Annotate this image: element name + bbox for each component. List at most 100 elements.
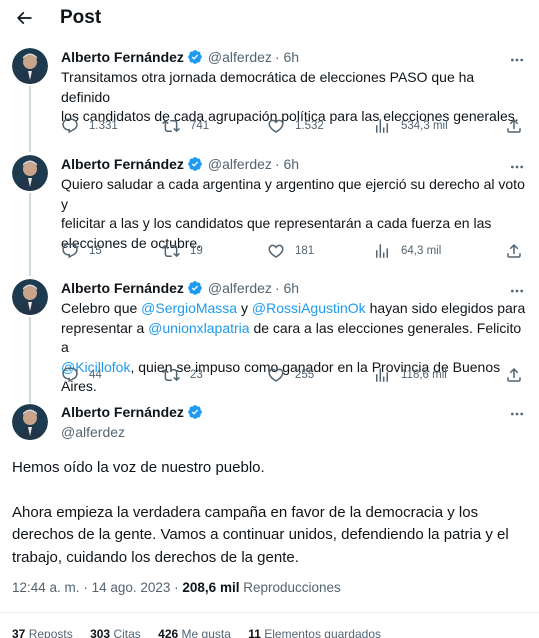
views-button[interactable]: 534,3 mil <box>373 117 448 135</box>
text-paragraph: Ahora empieza la verdadera campaña en fa… <box>12 502 527 570</box>
stat-count: 426 <box>158 627 179 638</box>
like-count: 181 <box>295 245 315 257</box>
page-title: Post <box>60 7 102 28</box>
author-handle[interactable]: @alferdez <box>208 156 272 172</box>
author-name[interactable]: Alberto Fernández <box>61 404 184 420</box>
like-icon <box>267 366 285 384</box>
tweet-meta: Alberto Fernández @alferdez · 6h <box>61 48 527 66</box>
repost-button[interactable]: 741 <box>162 117 209 135</box>
views-icon <box>373 242 391 260</box>
thread-tweet[interactable]: Alberto Fernández @alferdez · 6h Quiero … <box>0 155 539 259</box>
text-line: trabajo, cuidando los derechos de la gen… <box>12 548 299 566</box>
text-line: Celebro que @SergioMassa y @RossiAgustin… <box>61 299 527 319</box>
thread-tweet[interactable]: Alberto Fernández @alferdez · 6h Celebro… <box>0 279 539 397</box>
reply-count: 44 <box>89 369 102 381</box>
reply-button[interactable]: 15 <box>61 242 102 260</box>
text-segment: representar a <box>61 319 149 336</box>
author-name[interactable]: Alberto Fernández <box>61 156 184 172</box>
stat-bookmarks[interactable]: 11 Elementos guardados <box>248 627 381 638</box>
views-count: 118,6 mil <box>401 369 447 381</box>
stat-likes[interactable]: 426 Me gusta <box>158 627 231 638</box>
views-icon <box>373 117 391 135</box>
reply-button[interactable]: 1.331 <box>61 117 118 135</box>
views-button[interactable]: 64,3 mil <box>373 242 441 260</box>
avatar[interactable] <box>12 155 48 191</box>
back-arrow-icon[interactable] <box>12 6 36 30</box>
stat-count: 303 <box>90 627 111 638</box>
post-date[interactable]: 14 ago. 2023 <box>92 580 171 595</box>
stat-label: Reposts <box>28 627 73 638</box>
repost-button[interactable]: 19 <box>162 242 203 260</box>
share-icon[interactable] <box>505 242 523 260</box>
text-segment: hayan sido elegidos para <box>365 300 526 316</box>
tweet-time[interactable]: · 6h <box>275 156 299 172</box>
tweet-actions: 15 19 181 64,3 mil <box>61 241 527 261</box>
more-options-icon[interactable] <box>509 52 525 73</box>
text-segment: Celebro que <box>61 300 142 316</box>
more-options-icon[interactable] <box>509 406 525 427</box>
like-icon <box>267 117 285 135</box>
tweet-meta: Alberto Fernández @alferdez · 6h <box>61 155 527 173</box>
author-name[interactable]: Alberto Fernández <box>61 280 184 296</box>
more-options-icon[interactable] <box>509 283 525 304</box>
author-block: Alberto Fernández @alferdez <box>61 403 203 440</box>
repost-count: 19 <box>190 245 203 257</box>
avatar[interactable] <box>12 404 48 440</box>
verified-badge-icon <box>187 404 203 420</box>
mention-link[interactable]: @SergioMassa <box>141 300 237 316</box>
divider <box>0 612 539 613</box>
tweet-time[interactable]: · 6h <box>275 280 299 296</box>
separator: · <box>83 580 92 595</box>
tweet-time[interactable]: · 6h <box>275 49 299 65</box>
author-handle[interactable]: @alferdez <box>208 49 272 65</box>
views-count: 208,6 mil <box>182 580 240 595</box>
tweet-meta: Alberto Fernández @alferdez · 6h <box>61 279 527 297</box>
like-button[interactable]: 1.532 <box>267 117 324 135</box>
avatar[interactable] <box>12 279 48 315</box>
like-count: 255 <box>295 369 315 381</box>
author-name[interactable]: Alberto Fernández <box>61 49 184 65</box>
tweet-meta: Alberto Fernández <box>61 403 203 421</box>
author-handle[interactable]: @alferdez <box>61 424 203 440</box>
repost-button[interactable]: 23 <box>162 366 203 384</box>
mention-link[interactable]: @unionxlapatria <box>148 320 249 336</box>
engagement-stats: 37 Reposts 303 Citas 426 Me gusta 11 Ele… <box>12 627 395 638</box>
author-handle[interactable]: @alferdez <box>208 280 272 296</box>
tweet-actions: 44 23 255 118,6 mil <box>61 365 527 385</box>
stat-quotes[interactable]: 303 Citas <box>90 627 141 638</box>
verified-badge-icon <box>187 280 203 296</box>
repost-icon <box>162 242 180 260</box>
text-paragraph: Hemos oído la voz de nuestro pueblo. <box>12 459 265 476</box>
mention-link[interactable]: @RossiAgustinOk <box>252 300 366 316</box>
like-button[interactable]: 255 <box>267 366 314 384</box>
repost-icon <box>162 366 180 384</box>
stat-label: Me gusta <box>181 627 231 638</box>
text-line: Ahora empieza la verdadera campaña en fa… <box>12 503 479 521</box>
text-line: felicitar a las y los candidatos que rep… <box>61 215 492 231</box>
text-line: Quiero saludar a cada argentina y argent… <box>61 176 525 212</box>
avatar[interactable] <box>12 48 48 84</box>
post-timestamp: 12:44 a. m. · 14 ago. 2023 · 208,6 mil R… <box>12 580 341 595</box>
text-line: representar a @unionxlapatria de cara a … <box>61 319 527 358</box>
like-button[interactable]: 181 <box>267 242 314 260</box>
repost-count: 23 <box>190 369 203 381</box>
like-icon <box>267 242 285 260</box>
tweet-actions: 1.331 741 1.532 534,3 mil <box>61 116 527 136</box>
reply-button[interactable]: 44 <box>61 366 102 384</box>
share-icon[interactable] <box>505 366 523 384</box>
more-options-icon[interactable] <box>509 159 525 180</box>
reply-icon <box>61 366 79 384</box>
stat-reposts[interactable]: 37 Reposts <box>12 627 73 638</box>
text-segment: y <box>237 300 252 316</box>
reply-icon <box>61 117 79 135</box>
repost-icon <box>162 117 180 135</box>
verified-badge-icon <box>187 156 203 172</box>
views-button[interactable]: 118,6 mil <box>373 366 447 384</box>
views-count: 534,3 mil <box>401 120 448 132</box>
stat-count: 11 <box>248 627 261 638</box>
share-icon[interactable] <box>505 117 523 135</box>
reply-count: 15 <box>89 245 102 257</box>
main-tweet-text: Hemos oído la voz de nuestro pueblo. Aho… <box>12 457 527 569</box>
thread-tweet[interactable]: Alberto Fernández @alferdez · 6h Transit… <box>0 48 539 134</box>
post-time[interactable]: 12:44 a. m. <box>12 580 80 595</box>
